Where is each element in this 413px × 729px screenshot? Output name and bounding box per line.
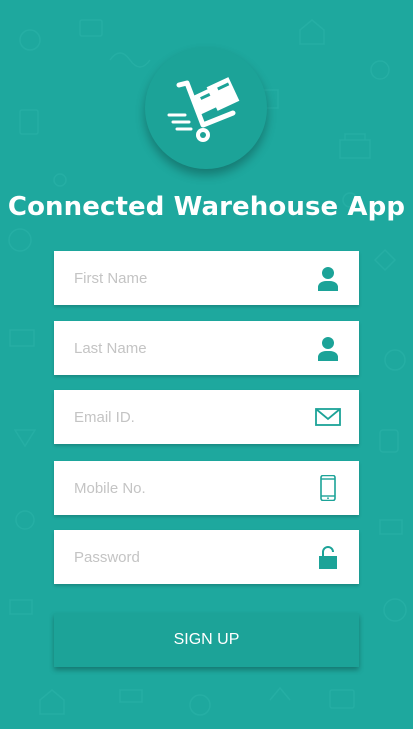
app-title: Connected Warehouse App (7, 192, 406, 222)
hand-truck-icon (167, 77, 240, 142)
last-name-field[interactable] (54, 321, 314, 375)
mobile-field-container (54, 461, 359, 515)
lock-icon (319, 546, 337, 569)
first-name-field-container (54, 251, 359, 305)
user-icon (318, 337, 338, 361)
sign-up-button[interactable]: SIGN UP (54, 613, 359, 667)
user-icon (318, 267, 338, 291)
last-name-field-container (54, 321, 359, 375)
email-field[interactable] (54, 390, 314, 444)
password-field[interactable] (54, 530, 314, 584)
email-field-container (54, 390, 359, 444)
mobile-field[interactable] (54, 461, 314, 515)
envelope-icon (315, 408, 341, 426)
app-logo (145, 47, 267, 169)
mobile-phone-icon (320, 475, 336, 501)
first-name-field[interactable] (54, 251, 314, 305)
password-field-container (54, 530, 359, 584)
